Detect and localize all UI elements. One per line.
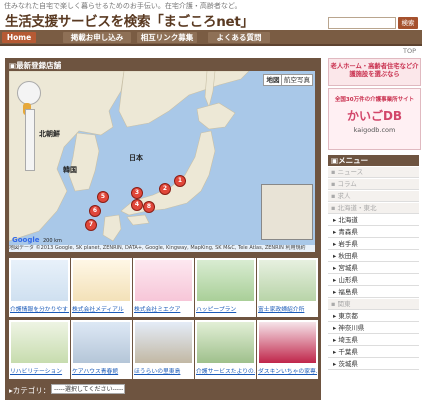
ad-brand: かいごDB — [346, 109, 403, 123]
menu-item[interactable]: ▸ 青森県 — [328, 227, 419, 238]
ad-subtext: 全国30万件の介護事業所サイト — [334, 97, 415, 103]
main-nav: Home 掲載お申し込み 相互リンク募集 よくある質問 — [0, 30, 422, 46]
shop-tile[interactable]: ダスキンいちゃの家専… — [257, 320, 318, 379]
menu-item[interactable]: ▸ 秋田県 — [328, 251, 419, 262]
shop-link[interactable]: 株式会社メディアル — [72, 304, 131, 313]
section-heading: ▣最新登録店舗 — [9, 61, 62, 70]
site-title[interactable]: 生活支援サービスを検索「まごころnet」 — [5, 10, 254, 30]
shop-tile[interactable]: 介護サービスたよりの… — [195, 320, 256, 379]
map-pin[interactable]: 2 — [159, 183, 171, 195]
menu-category[interactable]: ▪ コラム — [328, 179, 419, 190]
menu-item[interactable]: ▸ 埼玉県 — [328, 335, 419, 346]
map-pin[interactable]: 1 — [174, 175, 186, 187]
shop-thumbnail — [11, 260, 68, 301]
menu-item[interactable]: ▸ 福島県 — [328, 287, 419, 298]
menu-heading: ▣メニュー — [328, 155, 419, 166]
map-pin[interactable]: 5 — [97, 191, 109, 203]
shop-thumbnail — [135, 260, 192, 301]
nav-home[interactable]: Home — [2, 32, 36, 43]
map-scale: 200 km — [43, 238, 62, 244]
shop-tile[interactable]: ハッピープラン — [195, 258, 256, 317]
menu-category[interactable]: ▪ 関東 — [328, 299, 419, 310]
shop-link[interactable]: 介護サービスたよりの… — [196, 366, 255, 375]
menu-category[interactable]: ▪ ニュース — [328, 167, 419, 178]
search-input[interactable] — [328, 17, 396, 29]
map-type-map-button[interactable]: 地図 — [263, 74, 283, 86]
map-type-satellite-button[interactable]: 航空写真 — [281, 74, 313, 86]
shop-tile[interactable]: 株式会社メディアル — [71, 258, 132, 317]
menu-item[interactable]: ▸ 東京都 — [328, 311, 419, 322]
shop-link[interactable]: 介護情報を分かりやすく…(小江戸) — [10, 304, 69, 313]
map-pin[interactable]: 6 — [89, 205, 101, 217]
menu-category[interactable]: ▪ 北海道・東北 — [328, 203, 419, 214]
shop-tile[interactable]: 介護情報を分かりやすく…(小江戸) — [9, 258, 70, 317]
shop-link[interactable]: ハッピープラン — [196, 304, 255, 313]
map-label-north-korea: 北朝鮮 — [39, 130, 60, 138]
pan-control[interactable] — [17, 81, 41, 105]
menu-item[interactable]: ▸ 神奈川県 — [328, 323, 419, 334]
shop-thumbnail — [197, 260, 254, 301]
menu-item[interactable]: ▸ 千葉県 — [328, 347, 419, 358]
shop-thumbnail — [259, 322, 316, 363]
category-label: ▸カテゴリ： — [9, 386, 51, 395]
shop-thumbnail — [197, 322, 254, 363]
nav-faq[interactable]: よくある質問 — [208, 32, 270, 43]
overview-map[interactable] — [261, 184, 313, 240]
shop-link[interactable]: ダスキンいちゃの家専… — [258, 366, 317, 375]
top-link[interactable]: TOP — [403, 47, 416, 55]
shop-tile[interactable]: リハビリテーション — [9, 320, 70, 379]
map-pin[interactable]: 7 — [85, 219, 97, 231]
zoom-slider[interactable] — [25, 109, 35, 171]
nav-apply[interactable]: 掲載お申し込み — [63, 32, 131, 43]
map-label-japan: 日本 — [129, 154, 143, 162]
shop-tile[interactable]: ケアハウス青春館 — [71, 320, 132, 379]
menu-category[interactable]: ▪ 求人 — [328, 191, 419, 202]
shop-thumbnail — [11, 322, 68, 363]
menu-item[interactable]: ▸ 山形県 — [328, 275, 419, 286]
menu-item[interactable]: ▸ 宮城県 — [328, 263, 419, 274]
search-button[interactable]: 検索 — [398, 17, 418, 29]
shop-tile[interactable]: 株式会社ミエクア — [133, 258, 194, 317]
map-label-korea: 韓国 — [63, 166, 77, 174]
menu-item[interactable]: ▸ 岩手県 — [328, 239, 419, 250]
shop-tile[interactable]: ほうらいの里東島 — [133, 320, 194, 379]
ad-banner-nursing[interactable]: 老人ホーム・高齢者住宅など介護施設を選ぶなら — [328, 58, 421, 86]
map-pin[interactable]: 3 — [131, 187, 143, 199]
menu-item[interactable]: ▸ 北海道 — [328, 215, 419, 226]
google-logo: Google — [12, 236, 40, 244]
ad-banner-kaigodb[interactable]: 全国30万件の介護事業所サイト かいごDB kaigodb.com — [328, 88, 421, 150]
ad-url: kaigodb.com — [353, 126, 396, 134]
menu-item[interactable]: ▸ 茨城県 — [328, 359, 419, 370]
ad-banner-text: 老人ホーム・高齢者住宅など介護施設を選ぶなら — [330, 63, 419, 78]
shop-thumbnail — [73, 322, 130, 363]
shop-tile[interactable]: 富士家政婦紹介所 — [257, 258, 318, 317]
shop-link[interactable]: 株式会社ミエクア — [134, 304, 193, 313]
shop-link[interactable]: ケアハウス青春館 — [72, 366, 131, 375]
category-select[interactable]: -----選択してください----- — [51, 384, 125, 394]
map-pin[interactable]: 4 — [131, 199, 143, 211]
shop-link[interactable]: ほうらいの里東島 — [134, 366, 193, 375]
shop-thumbnail — [259, 260, 316, 301]
shop-link[interactable]: 富士家政婦紹介所 — [258, 304, 317, 313]
map-pin[interactable]: 8 — [143, 201, 155, 213]
shop-thumbnail — [73, 260, 130, 301]
shop-thumbnail — [135, 322, 192, 363]
map-attribution: 地図データ ©2013 Google, SK planet, ZENRIN, D… — [9, 245, 315, 252]
shop-link[interactable]: リハビリテーション — [10, 366, 69, 375]
nav-link-exchange[interactable]: 相互リンク募集 — [137, 32, 197, 43]
map-widget[interactable]: 北朝鮮 韓国 日本 地図 航空写真 1 2 3 4 5 6 7 8 Google… — [9, 71, 315, 252]
